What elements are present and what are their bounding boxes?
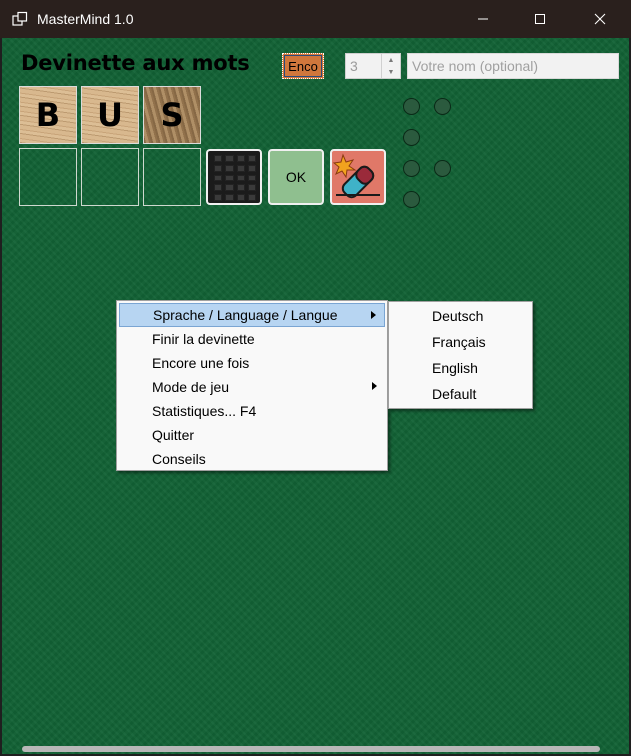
scrollbar-thumb[interactable] [22, 746, 600, 752]
menu-item-label: Quitter [152, 427, 195, 443]
encode-button[interactable]: Enco [282, 53, 324, 79]
empty-letter-slot[interactable] [19, 148, 77, 206]
feedback-peg [434, 98, 451, 115]
minimize-icon [478, 18, 488, 20]
feedback-peg [403, 160, 420, 177]
maximize-icon [535, 14, 545, 24]
language-option-default[interactable]: Default [391, 381, 530, 407]
stepper-up-icon[interactable]: ▲ [382, 54, 400, 66]
stepper-arrows[interactable]: ▲ ▼ [381, 54, 400, 78]
language-option-deutsch[interactable]: Deutsch [391, 303, 530, 329]
horizontal-scrollbar[interactable] [2, 740, 629, 754]
keyboard-icon [214, 155, 256, 201]
window-title: MasterMind 1.0 [37, 11, 134, 27]
window-switcher-icon [12, 11, 28, 26]
menu-item-label: Mode de jeu [152, 379, 230, 395]
maximize-button[interactable] [517, 0, 563, 38]
keyboard-button[interactable] [206, 149, 262, 205]
empty-letter-slot[interactable] [81, 148, 139, 206]
feedback-peg [403, 191, 420, 208]
submenu-arrow-icon [371, 311, 376, 319]
language-submenu: Deutsch Français English Default [388, 301, 533, 409]
menu-item-tips[interactable]: Conseils [119, 447, 385, 471]
menu-item-label: Finir la devinette [152, 331, 255, 347]
close-button[interactable] [577, 0, 623, 38]
letter-tile[interactable]: S [143, 86, 201, 144]
menu-item-label: Encore une fois [152, 355, 250, 371]
language-option-label: Default [432, 386, 477, 402]
menu-item-label: Statistiques... F4 [152, 403, 257, 419]
menu-item-statistics[interactable]: Statistiques... F4 [119, 399, 385, 423]
menu-item-quit[interactable]: Quitter [119, 423, 385, 447]
context-menu: Sprache / Language / Langue Finir la dev… [116, 300, 388, 471]
language-option-label: Français [432, 334, 486, 350]
feedback-peg [403, 98, 420, 115]
letter-tile-label: S [160, 96, 184, 134]
menu-item-label: Sprache / Language / Langue [153, 307, 338, 323]
title-bar[interactable]: MasterMind 1.0 [0, 0, 631, 38]
empty-letter-slot[interactable] [143, 148, 201, 206]
close-icon [594, 13, 606, 25]
menu-item-finish-guess[interactable]: Finir la devinette [119, 327, 385, 351]
language-option-label: Deutsch [432, 308, 484, 324]
page-title: Devinette aux mots [21, 51, 250, 75]
menu-item-label: Conseils [152, 451, 206, 467]
minimize-button[interactable] [460, 0, 506, 38]
letter-tile[interactable]: U [81, 86, 139, 144]
language-option-francais[interactable]: Français [391, 329, 530, 355]
ok-button[interactable]: OK [268, 149, 324, 205]
menu-item-game-mode[interactable]: Mode de jeu [119, 375, 385, 399]
app-window: MasterMind 1.0 Devinette aux mots Enco 3… [0, 0, 631, 756]
menu-item-play-again[interactable]: Encore une fois [119, 351, 385, 375]
game-board: Devinette aux mots Enco 3 ▲ ▼ Votre nom … [2, 38, 629, 754]
stepper-down-icon[interactable]: ▼ [382, 66, 400, 78]
menu-item-language[interactable]: Sprache / Language / Langue [119, 303, 385, 327]
feedback-peg [434, 160, 451, 177]
language-option-label: English [432, 360, 478, 376]
clear-button[interactable] [330, 149, 386, 205]
eraser-icon [332, 153, 380, 199]
language-option-english[interactable]: English [391, 355, 530, 381]
letter-tile[interactable]: B [19, 86, 77, 144]
letter-tile-label: U [97, 96, 123, 134]
submenu-arrow-icon [372, 382, 377, 390]
player-name-input[interactable]: Votre nom (optional) [407, 53, 619, 79]
feedback-peg [403, 129, 420, 146]
word-length-stepper[interactable]: 3 ▲ ▼ [345, 53, 401, 79]
word-length-value: 3 [350, 58, 358, 74]
letter-tile-label: B [35, 96, 61, 134]
